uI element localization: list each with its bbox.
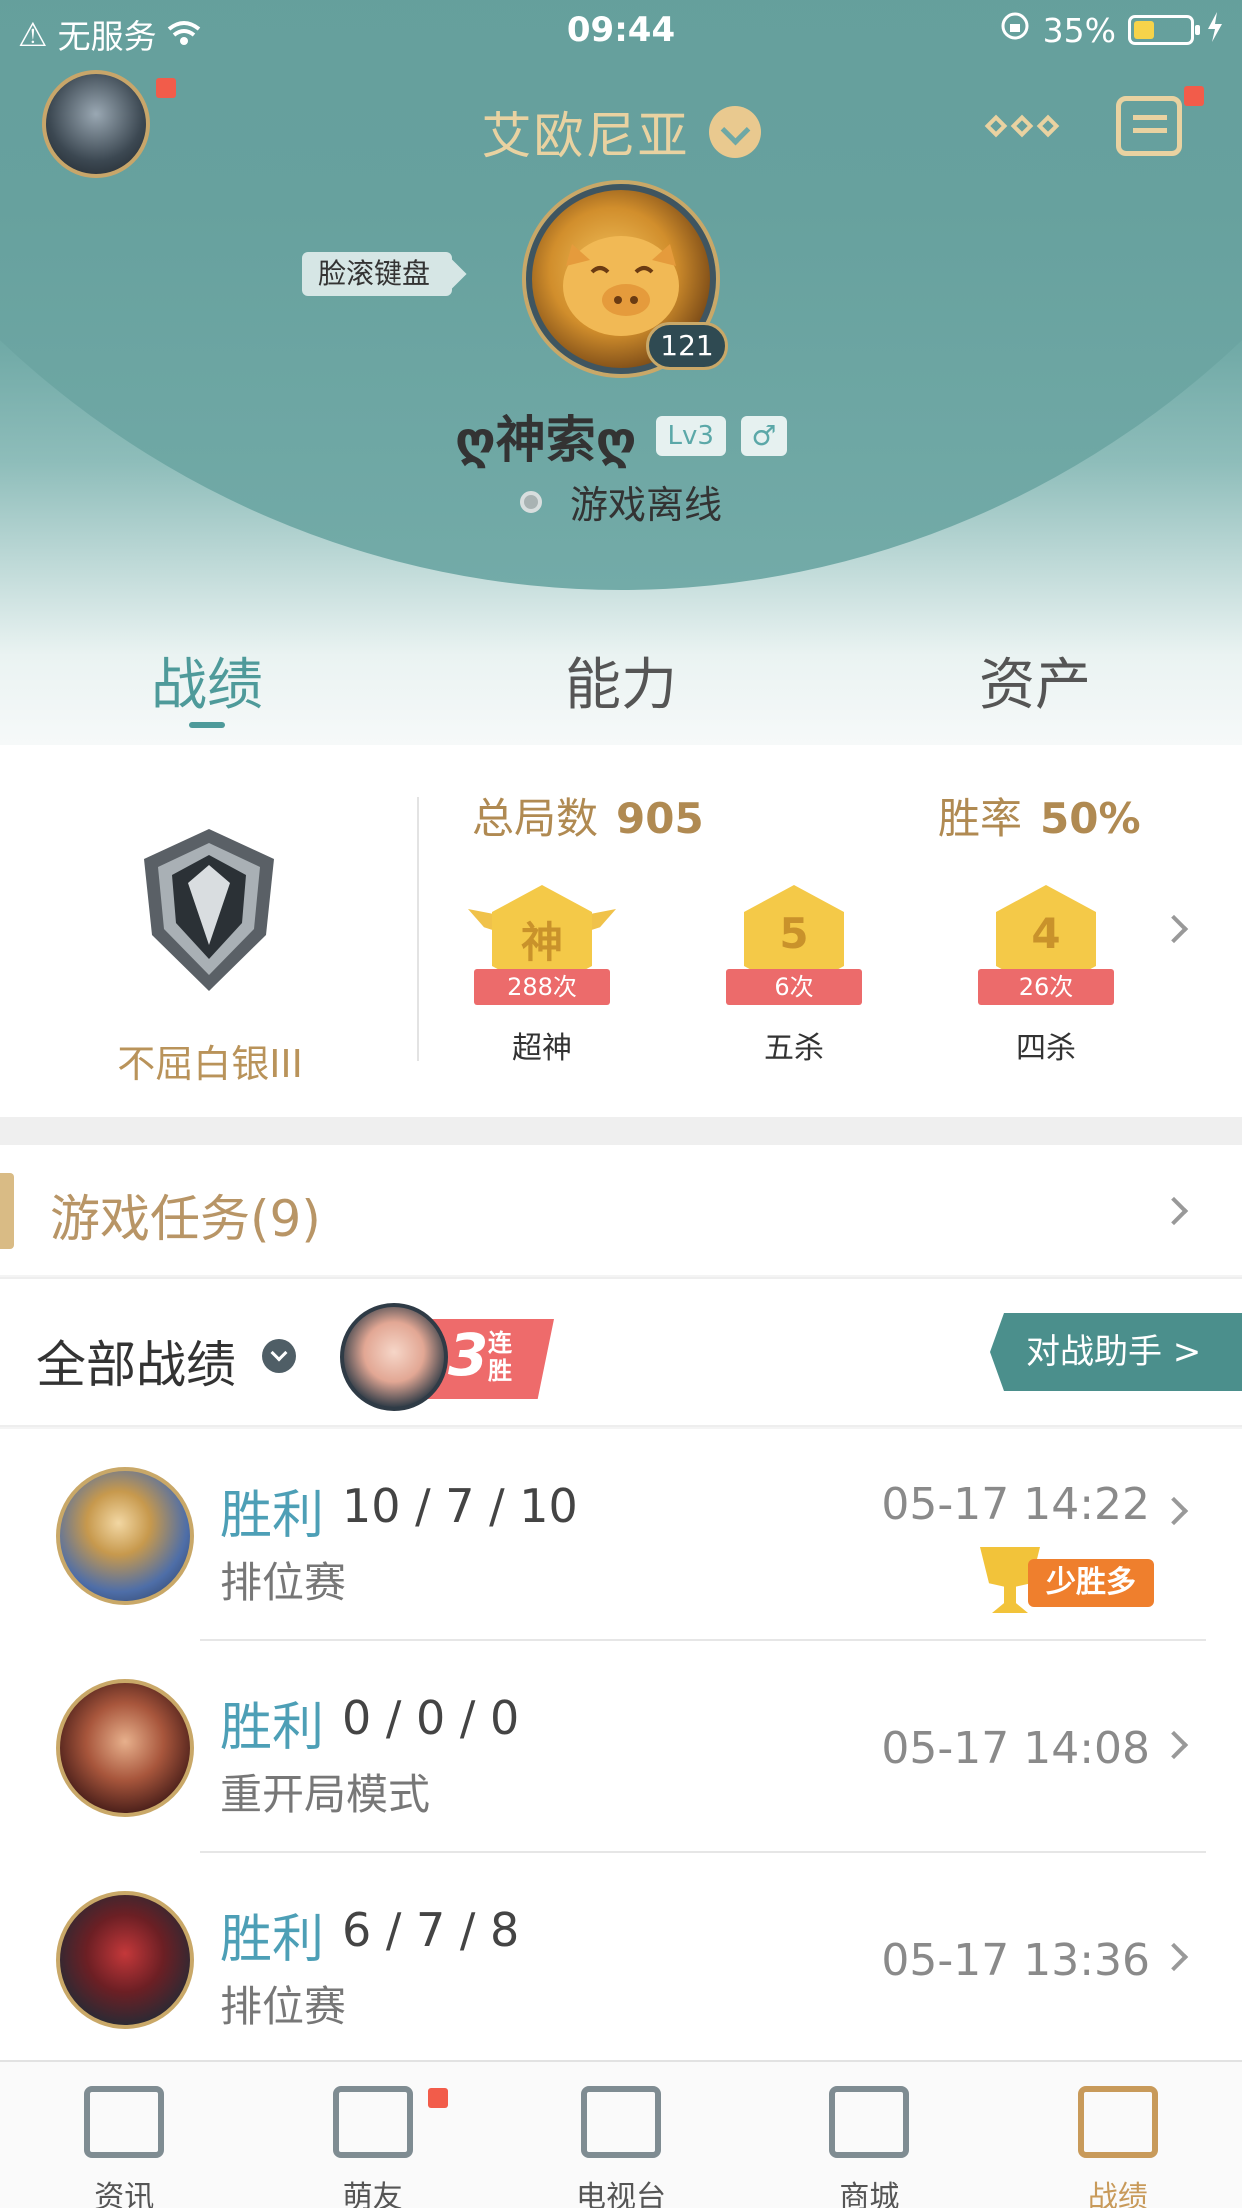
- match-kda: 10 / 7 / 10: [342, 1479, 578, 1533]
- streak-number: 3: [448, 1321, 489, 1389]
- win-streak-badge: 3 连胜: [340, 1303, 556, 1411]
- stats-card[interactable]: 不屈白银III 总局数 905 胜率 50% 神 288次 超神 5 6次 五杀 4…: [0, 745, 1242, 1117]
- match-mode: 排位赛: [220, 1558, 347, 1607]
- winrate-label: 胜率: [938, 794, 1023, 843]
- status-bar: ⚠ 无服务 09:44 35%: [0, 0, 1242, 62]
- battle-assistant-button[interactable]: 对战助手 >: [990, 1313, 1242, 1391]
- medal-count: 26次: [978, 969, 1114, 1005]
- match-result: 胜利: [220, 1698, 325, 1758]
- rotation-lock-icon: [999, 10, 1031, 50]
- charging-icon: [1206, 11, 1224, 50]
- match-mode: 排位赛: [220, 1982, 347, 2031]
- chevron-right-icon: [1159, 1496, 1189, 1526]
- nav-news[interactable]: 资讯: [0, 2062, 248, 2208]
- tab-record[interactable]: 战绩: [0, 640, 414, 740]
- book-icon: [84, 2086, 165, 2158]
- tab-ability[interactable]: 能力: [414, 640, 828, 740]
- chevron-down-icon: [708, 106, 761, 158]
- battery-percent: 35%: [1042, 10, 1116, 50]
- nav-label: 资讯: [94, 2180, 155, 2208]
- heart-chat-icon: [332, 2086, 413, 2158]
- medal-count: 288次: [474, 969, 610, 1005]
- medal-caption: 超神: [512, 1031, 572, 1066]
- online-status: 游戏离线: [0, 474, 1242, 529]
- shop-icon: [829, 2086, 910, 2158]
- total-label: 总局数: [472, 794, 599, 843]
- match-mode: 重开局模式: [220, 1770, 431, 1819]
- medal-quadra-kill: 4 26次 四杀: [966, 885, 1126, 1066]
- champion-avatar: [56, 1467, 194, 1605]
- champion-avatar: [56, 1679, 194, 1817]
- chevron-right-icon[interactable]: [1159, 914, 1189, 944]
- match-kda: 6 / 7 / 8: [342, 1903, 520, 1957]
- profile-header: ⚠ 无服务 09:44 35% 艾欧尼亚 脸滚键盘 121 ღ神索ღ Lv3 ♂…: [0, 0, 1242, 745]
- notification-dot: [156, 78, 176, 98]
- match-time: 05-17 13:36: [881, 1935, 1150, 1986]
- match-row[interactable]: 胜利 0 / 0 / 0 重开局模式 05-17 14:08: [0, 1641, 1242, 1853]
- medal-legendary: 神 288次 超神: [462, 885, 622, 1066]
- filter-row: 全部战绩 3 连胜 对战助手 >: [0, 1277, 1242, 1427]
- match-kda: 0 / 0 / 0: [342, 1691, 520, 1745]
- gender-male-icon: ♂: [741, 416, 788, 456]
- nav-label: 战绩: [1087, 2180, 1148, 2208]
- underdog-win-badge: 少胜多: [980, 1547, 1156, 1613]
- nav-label: 电视台: [576, 2180, 667, 2208]
- badge-label: 少胜多: [1028, 1559, 1154, 1607]
- status-dot-icon: [519, 490, 542, 513]
- medal-caption: 五杀: [764, 1031, 824, 1066]
- match-result: 胜利: [220, 1910, 325, 1970]
- medal-penta-kill: 5 6次 五杀: [714, 885, 874, 1066]
- win-rate: 胜率 50%: [938, 785, 1141, 846]
- shield-icon: [1077, 2086, 1158, 2158]
- medal-count: 6次: [726, 969, 862, 1005]
- battery-icon: [1128, 15, 1200, 45]
- lv-badge: Lv3: [655, 416, 726, 456]
- section-gap: [0, 1117, 1242, 1145]
- filter-label[interactable]: 全部战绩: [36, 1325, 236, 1397]
- tv-icon: [581, 2086, 662, 2158]
- chevron-right-icon: [1159, 1942, 1189, 1972]
- more-icon[interactable]: [984, 112, 1060, 142]
- match-time: 05-17 14:22: [881, 1479, 1150, 1530]
- total-games: 总局数 905: [472, 785, 704, 846]
- nav-record[interactable]: 战绩: [994, 2062, 1242, 2208]
- notification-dot: [428, 2088, 449, 2108]
- match-row[interactable]: 胜利 10 / 7 / 10 排位赛 05-17 14:22 少胜多: [0, 1429, 1242, 1641]
- chat-icon[interactable]: [1116, 96, 1182, 156]
- profile-tag[interactable]: 脸滚键盘: [302, 252, 453, 296]
- nav-friends[interactable]: 萌友: [248, 2062, 496, 2208]
- match-time: 05-17 14:08: [881, 1723, 1150, 1774]
- streak-text: 连胜: [488, 1329, 512, 1385]
- profile-tabs: 战绩 能力 资产: [0, 640, 1242, 740]
- match-result: 胜利: [220, 1486, 325, 1546]
- nickname-row: ღ神索ღ Lv3 ♂: [0, 400, 1242, 472]
- chevron-right-icon: [1159, 1196, 1189, 1226]
- nav-tv[interactable]: 电视台: [497, 2062, 745, 2208]
- chevron-right-icon: [1159, 1730, 1189, 1760]
- streak-avatar: [340, 1303, 448, 1411]
- nav-label: 萌友: [342, 2180, 403, 2208]
- rank-name: 不屈白银III: [117, 1042, 303, 1086]
- server-name: 艾欧尼亚: [481, 107, 690, 165]
- nav-store[interactable]: 商城: [745, 2062, 993, 2208]
- tab-assets[interactable]: 资产: [828, 640, 1242, 740]
- divider: [417, 797, 419, 1061]
- champion-avatar: [56, 1891, 194, 2029]
- notification-dot: [1184, 86, 1204, 106]
- nav-label: 商城: [839, 2180, 900, 2208]
- status-text: 游戏离线: [570, 483, 723, 527]
- game-tasks-row[interactable]: 游戏任务(9): [0, 1145, 1242, 1275]
- match-row[interactable]: 胜利 6 / 7 / 8 排位赛 05-17 13:36: [0, 1853, 1242, 2065]
- accent-bar: [0, 1173, 14, 1249]
- rank-emblem-icon: [134, 825, 284, 995]
- total-value: 905: [616, 794, 704, 843]
- winrate-value: 50%: [1040, 794, 1141, 843]
- level-badge: 121: [646, 322, 728, 370]
- nickname: ღ神索ღ: [454, 411, 637, 469]
- medal-caption: 四杀: [1016, 1031, 1076, 1066]
- bottom-nav: 资讯 萌友 电视台 商城 战绩: [0, 2060, 1242, 2208]
- tasks-title: 游戏任务(9): [50, 1190, 321, 1248]
- chevron-down-icon[interactable]: [262, 1339, 296, 1373]
